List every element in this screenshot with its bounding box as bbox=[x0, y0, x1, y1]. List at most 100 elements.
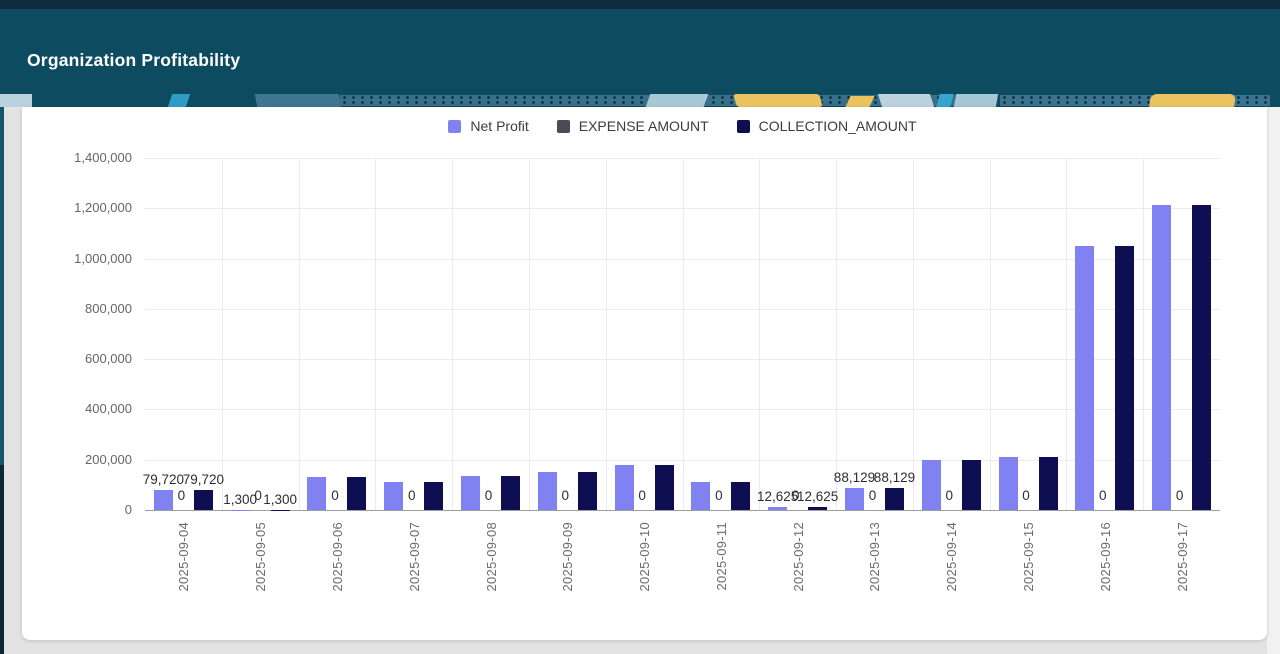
value-label-collection: 79,720 bbox=[183, 472, 224, 487]
vertical-gridline bbox=[1066, 158, 1067, 510]
x-axis-tick-label: 2025-09-05 bbox=[252, 522, 269, 592]
bar-net-profit-2025-09-09[interactable] bbox=[538, 472, 557, 510]
chart-card: Net ProfitEXPENSE AMOUNTCOLLECTION_AMOUN… bbox=[22, 107, 1267, 640]
banner-decoration bbox=[255, 94, 342, 107]
x-axis-tick-label: 2025-09-12 bbox=[790, 522, 807, 592]
banner-decoration bbox=[1149, 94, 1236, 107]
vertical-gridline bbox=[452, 158, 453, 510]
banner-decoration bbox=[954, 94, 998, 107]
bar-net-profit-2025-09-11[interactable] bbox=[691, 482, 710, 510]
x-axis-line bbox=[145, 510, 1220, 511]
x-axis-tick-label: 2025-09-15 bbox=[1020, 522, 1037, 592]
bar-collection-amount-2025-09-06[interactable] bbox=[347, 477, 366, 510]
value-label-expense: 0 bbox=[1176, 488, 1184, 503]
value-label-collection: 1,300 bbox=[263, 492, 297, 507]
bar-net-profit-2025-09-12[interactable] bbox=[768, 507, 787, 510]
page-title: Organization Profitability bbox=[27, 50, 240, 71]
value-label-expense: 0 bbox=[1022, 488, 1030, 503]
banner-decoration bbox=[878, 94, 934, 107]
vertical-gridline bbox=[606, 158, 607, 510]
bar-collection-amount-2025-09-04[interactable] bbox=[194, 490, 213, 510]
banner-decoration bbox=[168, 94, 190, 107]
bar-collection-amount-2025-09-08[interactable] bbox=[501, 476, 520, 510]
bar-collection-amount-2025-09-14[interactable] bbox=[962, 460, 981, 510]
value-label-collection: 88,129 bbox=[874, 470, 915, 485]
x-axis-tick-label: 2025-09-06 bbox=[329, 522, 346, 592]
vertical-gridline bbox=[529, 158, 530, 510]
bar-net-profit-2025-09-08[interactable] bbox=[461, 476, 480, 510]
value-label-net-profit: 88,129 bbox=[834, 470, 875, 485]
y-axis-tick-label: 1,400,000 bbox=[32, 150, 132, 166]
y-axis-tick-label: 200,000 bbox=[32, 452, 132, 468]
bar-net-profit-2025-09-06[interactable] bbox=[307, 477, 326, 510]
x-axis-tick-label: 2025-09-11 bbox=[713, 522, 730, 591]
left-edge-panel-lower bbox=[0, 465, 4, 654]
value-label-expense: 0 bbox=[408, 488, 416, 503]
y-axis-tick-label: 600,000 bbox=[32, 351, 132, 367]
banner-decoration bbox=[845, 96, 874, 107]
top-window-strip bbox=[0, 0, 1280, 9]
value-label-expense: 0 bbox=[562, 488, 570, 503]
value-label-expense: 0 bbox=[1099, 488, 1107, 503]
x-axis-tick-label: 2025-09-09 bbox=[559, 522, 576, 592]
banner-decoration bbox=[733, 94, 822, 107]
value-label-expense: 0 bbox=[331, 488, 339, 503]
left-edge-panel bbox=[0, 107, 4, 465]
y-axis-tick-label: 800,000 bbox=[32, 301, 132, 317]
bar-net-profit-2025-09-10[interactable] bbox=[615, 465, 634, 510]
vertical-gridline bbox=[1143, 158, 1144, 510]
vertical-gridline bbox=[375, 158, 376, 510]
bar-net-profit-2025-09-07[interactable] bbox=[384, 482, 403, 510]
y-axis-tick-label: 400,000 bbox=[32, 401, 132, 417]
bar-net-profit-2025-09-15[interactable] bbox=[999, 457, 1018, 510]
vertical-gridline bbox=[913, 158, 914, 510]
decorative-banner bbox=[0, 92, 1280, 107]
vertical-gridline bbox=[836, 158, 837, 510]
x-axis-tick-label: 2025-09-08 bbox=[483, 522, 500, 592]
value-label-net-profit: 79,720 bbox=[143, 472, 184, 487]
value-label-expense: 0 bbox=[638, 488, 646, 503]
y-axis-tick-label: 1,000,000 bbox=[32, 251, 132, 267]
value-label-net-profit: 1,300 bbox=[223, 492, 257, 507]
bar-collection-amount-2025-09-17[interactable] bbox=[1192, 205, 1211, 510]
value-label-expense: 0 bbox=[254, 488, 262, 503]
x-axis-tick-label: 2025-09-07 bbox=[406, 522, 423, 592]
x-axis-tick-label: 2025-09-10 bbox=[636, 522, 653, 592]
bar-collection-amount-2025-09-12[interactable] bbox=[808, 507, 827, 510]
bar-net-profit-2025-09-14[interactable] bbox=[922, 460, 941, 510]
bar-collection-amount-2025-09-13[interactable] bbox=[885, 488, 904, 510]
x-axis-tick-label: 2025-09-13 bbox=[866, 522, 883, 592]
value-label-expense: 0 bbox=[945, 488, 953, 503]
x-axis-tick-label: 2025-09-14 bbox=[943, 522, 960, 592]
right-edge-gutter bbox=[1267, 107, 1280, 654]
bar-collection-amount-2025-09-16[interactable] bbox=[1115, 246, 1134, 510]
banner-decoration bbox=[0, 94, 32, 107]
vertical-gridline bbox=[299, 158, 300, 510]
bar-collection-amount-2025-09-07[interactable] bbox=[424, 482, 443, 510]
bar-collection-amount-2025-09-10[interactable] bbox=[655, 465, 674, 510]
bar-net-profit-2025-09-04[interactable] bbox=[154, 490, 173, 510]
bar-net-profit-2025-09-13[interactable] bbox=[845, 488, 864, 510]
page-header: Organization Profitability bbox=[0, 9, 1280, 92]
vertical-gridline bbox=[759, 158, 760, 510]
bar-collection-amount-2025-09-09[interactable] bbox=[578, 472, 597, 510]
banner-decoration bbox=[646, 94, 709, 107]
value-label-collection: 12,625 bbox=[797, 489, 838, 504]
bar-net-profit-2025-09-17[interactable] bbox=[1152, 205, 1171, 510]
x-axis-tick-label: 2025-09-17 bbox=[1174, 522, 1191, 592]
bar-collection-amount-2025-09-15[interactable] bbox=[1039, 457, 1058, 510]
x-axis-tick-label: 2025-09-04 bbox=[175, 522, 192, 592]
value-label-expense: 0 bbox=[715, 488, 723, 503]
profitability-bar-chart: 0 200,000 400,000 600,000 800,000 1,000,000 1,… bbox=[22, 107, 1267, 640]
x-axis-tick-label: 2025-09-16 bbox=[1097, 522, 1114, 592]
y-axis-tick-label: 1,200,000 bbox=[32, 200, 132, 216]
vertical-gridline bbox=[683, 158, 684, 510]
bar-collection-amount-2025-09-11[interactable] bbox=[731, 482, 750, 510]
value-label-expense: 0 bbox=[485, 488, 493, 503]
value-label-expense: 0 bbox=[178, 488, 186, 503]
value-label-expense: 0 bbox=[869, 488, 877, 503]
bar-net-profit-2025-09-16[interactable] bbox=[1075, 246, 1094, 510]
vertical-gridline bbox=[990, 158, 991, 510]
y-axis-tick-label: 0 bbox=[32, 502, 132, 518]
vertical-gridline bbox=[222, 158, 223, 510]
